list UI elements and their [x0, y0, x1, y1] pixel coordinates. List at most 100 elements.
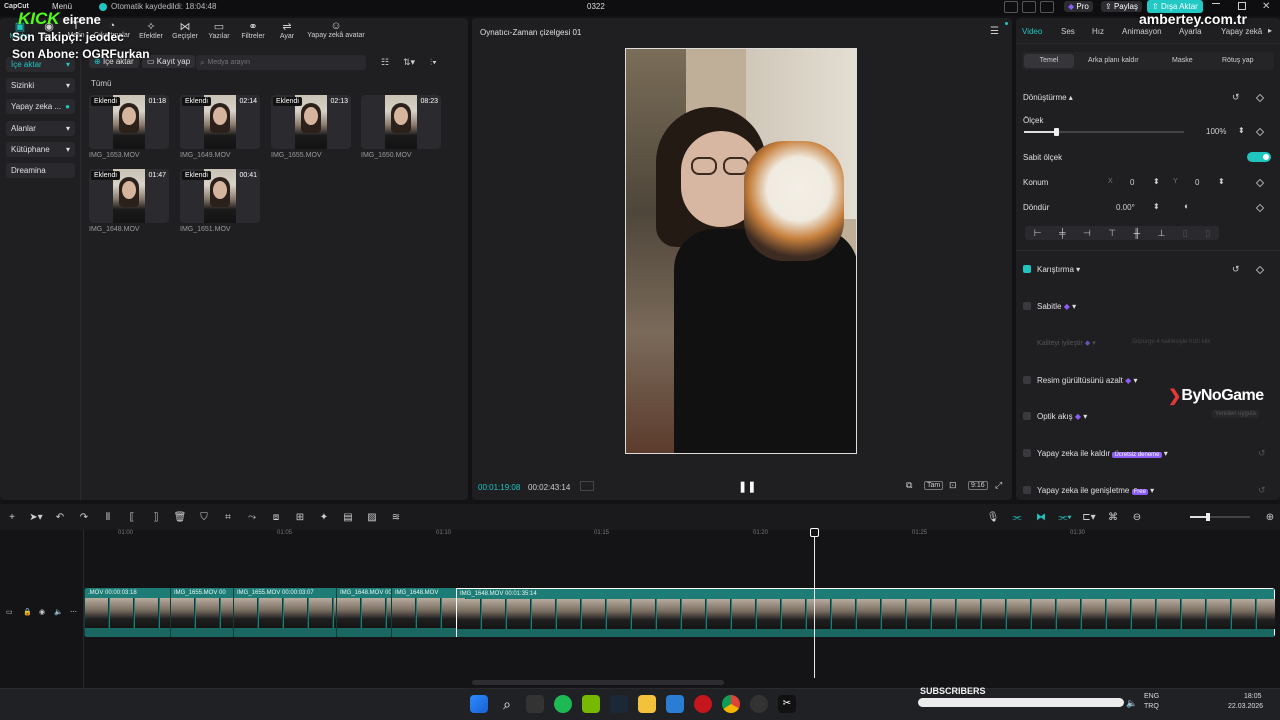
crop-icon[interactable]: ⌗	[220, 509, 236, 525]
horizontal-scrollbar[interactable]	[472, 680, 724, 685]
stepper-icon[interactable]: ⬍	[1218, 177, 1225, 186]
align-left-icon[interactable]: ⊢	[1034, 228, 1042, 239]
undo-icon[interactable]: ↶	[52, 509, 68, 525]
more-icon[interactable]: ⋯	[70, 608, 77, 616]
snap-icon[interactable]: ⧓	[1033, 509, 1049, 525]
search-input[interactable]	[207, 59, 358, 66]
store-icon[interactable]	[666, 695, 684, 713]
redo-icon[interactable]: ↷	[76, 509, 92, 525]
align-center-icon[interactable]: ╪	[1059, 228, 1065, 238]
scale-value[interactable]: 100%	[1206, 127, 1226, 136]
full-button[interactable]: Tam	[924, 481, 944, 490]
keyframe-icon[interactable]	[1255, 203, 1265, 213]
timeline-clip[interactable]: IMG_1648.MOV 00	[336, 588, 411, 637]
zoom-slider-thumb[interactable]	[1206, 513, 1210, 521]
preview-axis-icon[interactable]: ⊏▾	[1081, 509, 1097, 525]
sidebar-item-ai[interactable]: Yapay zeka ... ●	[6, 99, 75, 114]
x-value[interactable]: 0	[1130, 178, 1134, 187]
minimize-icon[interactable]	[1212, 3, 1220, 4]
caption-icon[interactable]: ▤	[340, 509, 356, 525]
speed-icon[interactable]: ⤳	[244, 509, 260, 525]
waveform-icon[interactable]: ≋	[388, 509, 404, 525]
task-view-icon[interactable]	[526, 695, 544, 713]
speaker-icon[interactable]: 🔈	[1126, 698, 1137, 709]
timeline-clip[interactable]: .MOV 00:00:03:18	[84, 588, 184, 637]
stepper-icon[interactable]: ⬍	[1238, 126, 1245, 135]
chrome-icon[interactable]	[722, 695, 740, 713]
magic-icon[interactable]: ✦	[316, 509, 332, 525]
select-icon[interactable]: ➤▾	[28, 509, 44, 525]
stepper-icon[interactable]: ⬍	[1153, 202, 1160, 211]
ratio-button[interactable]: 9:16	[968, 481, 988, 490]
uniform-scale-toggle[interactable]	[1247, 152, 1271, 162]
media-thumbnail[interactable]: 08:23	[361, 95, 441, 149]
subtab-retouch[interactable]: Rötuş yap	[1222, 57, 1254, 64]
cover-icon[interactable]: ▭	[6, 608, 13, 616]
chevron-right-icon[interactable]: ▸	[1268, 26, 1272, 35]
subtab-remove-bg[interactable]: Arka planı kaldır	[1088, 57, 1139, 64]
windows-start-icon[interactable]	[470, 695, 488, 713]
ai-remove-checkbox[interactable]	[1023, 449, 1031, 457]
menu-icon[interactable]: ☰	[990, 26, 999, 37]
media-thumbnail[interactable]: Eklendi 01:47	[89, 169, 169, 223]
video-track[interactable]: .MOV 00:00:03:18 IMG_1655.MOV 00 IMG_1655.…	[84, 588, 1275, 637]
trim-left-icon[interactable]: ⟦	[124, 509, 140, 525]
tab-speed[interactable]: Hız	[1092, 27, 1104, 36]
timeline-clip[interactable]: IMG_1648.MOV	[391, 588, 466, 637]
stabilize-checkbox[interactable]	[1023, 302, 1031, 310]
media-thumbnail[interactable]: Eklendi 00:41	[180, 169, 260, 223]
shield-icon[interactable]: ⛉	[196, 509, 212, 525]
maximize-icon[interactable]	[1238, 2, 1246, 10]
shortcut-icon[interactable]	[1022, 1, 1036, 13]
mic-icon[interactable]: 🎙	[985, 509, 1001, 525]
rotate-dial-icon[interactable]: ◐	[1184, 201, 1189, 211]
media-card[interactable]: Eklendi 01:18 IMG_1653.MOV	[89, 95, 169, 159]
image-icon[interactable]: ▨	[364, 509, 380, 525]
sidebar-item-yours[interactable]: Sizinki ▾	[6, 78, 75, 93]
tab-audio[interactable]: Ses	[1061, 27, 1075, 36]
reset-icon[interactable]: ↺	[1232, 264, 1240, 275]
media-card[interactable]: 08:23 IMG_1650.MOV	[361, 95, 441, 159]
ai-expand-checkbox[interactable]	[1023, 486, 1031, 494]
sort-icon[interactable]: ⇅▾	[403, 57, 415, 68]
sidebar-item-dreamina[interactable]: Dreamina	[6, 163, 75, 178]
media-thumbnail[interactable]: Eklendi 02:13	[271, 95, 351, 149]
keyframe-icon[interactable]	[1255, 93, 1265, 103]
rotate-value[interactable]: 0.00°	[1116, 203, 1135, 212]
keyframe-icon[interactable]	[1255, 265, 1265, 275]
share-button[interactable]: ⇪ Paylaş	[1101, 1, 1142, 12]
zoom-slider[interactable]	[1190, 513, 1250, 521]
subtab-basic[interactable]: Temel	[1024, 54, 1074, 68]
clock-date[interactable]: 22.03.2026	[1228, 703, 1263, 710]
distribute-v-icon[interactable]: ▯	[1205, 228, 1210, 239]
media-search[interactable]: ⌕	[196, 55, 366, 70]
media-thumbnail[interactable]: Eklendi 02:14	[180, 95, 260, 149]
align-top-icon[interactable]: ⊤	[1108, 228, 1116, 239]
nvidia-icon[interactable]	[582, 695, 600, 713]
stepper-icon[interactable]: ⬍	[1153, 177, 1160, 186]
capcut-icon[interactable]: ✂	[778, 695, 796, 713]
steam-icon[interactable]	[610, 695, 628, 713]
close-icon[interactable]: ✕	[1262, 1, 1270, 12]
align-middle-icon[interactable]: ╫	[1134, 228, 1140, 238]
delete-icon[interactable]: 🗑	[172, 509, 188, 525]
language-secondary[interactable]: TRQ	[1144, 703, 1159, 710]
speaker-icon[interactable]: 🔈	[54, 608, 63, 616]
zoom-fit-icon[interactable]: ⌘	[1105, 509, 1121, 525]
optical-flow-checkbox[interactable]	[1023, 412, 1031, 420]
y-value[interactable]: 0	[1195, 178, 1199, 187]
reset-icon[interactable]: ↺	[1232, 92, 1240, 103]
media-card[interactable]: Eklendi 02:14 IMG_1649.MOV	[180, 95, 260, 159]
monitor-icon[interactable]	[1040, 1, 1054, 13]
tool-effects[interactable]: ✧ Efektler	[136, 20, 166, 48]
media-card[interactable]: Eklendi 01:47 IMG_1648.MOV	[89, 169, 169, 233]
app-icon[interactable]	[694, 695, 712, 713]
align-bottom-icon[interactable]: ⊥	[1157, 228, 1165, 239]
keyframe-icon[interactable]	[1255, 178, 1265, 188]
obs-icon[interactable]	[750, 695, 768, 713]
tool-captions[interactable]: ▭ Yazılar	[204, 20, 234, 48]
filter-icon[interactable]: ⫶▾	[430, 57, 437, 68]
magnet-icon[interactable]: ⫘▾	[1057, 509, 1073, 525]
search-icon[interactable]: ⌕	[498, 695, 516, 713]
eye-icon[interactable]: ◉	[39, 608, 45, 616]
